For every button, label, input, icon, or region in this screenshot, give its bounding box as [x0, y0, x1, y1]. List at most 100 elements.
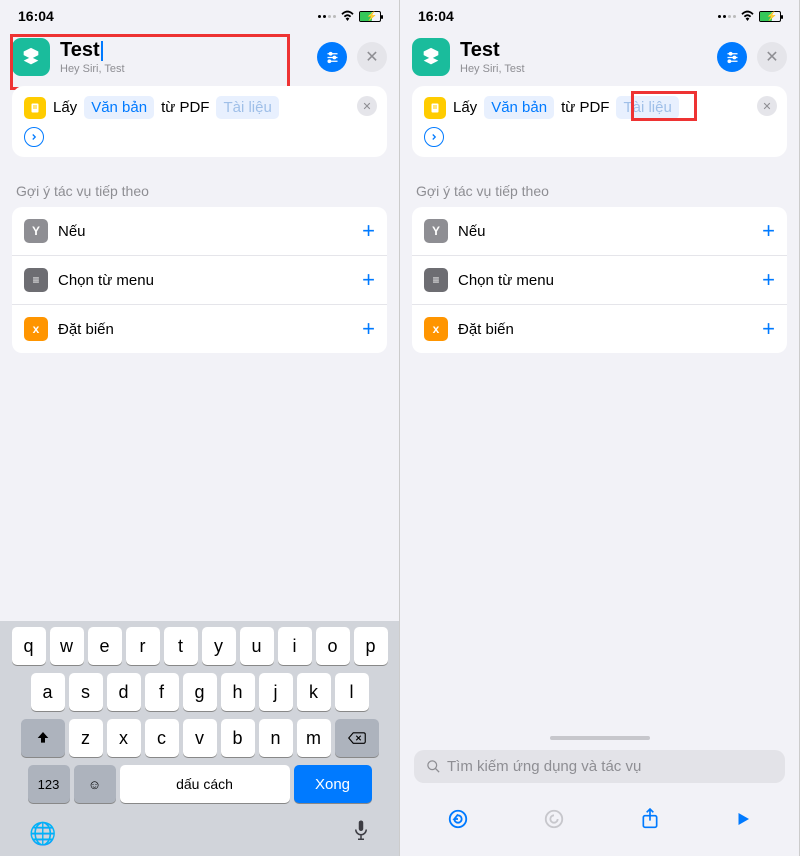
suggestion-label: Chọn từ menu — [458, 272, 752, 289]
mic-icon[interactable] — [352, 819, 370, 848]
key-z[interactable]: z — [69, 719, 103, 757]
done-key[interactable]: Xong — [294, 765, 372, 803]
wifi-icon — [340, 9, 355, 24]
key-u[interactable]: u — [240, 627, 274, 665]
key-a[interactable]: a — [31, 673, 65, 711]
shift-key[interactable] — [21, 719, 65, 757]
siri-subtitle: Hey Siri, Test — [460, 63, 707, 75]
status-time: 16:04 — [18, 8, 54, 24]
token-document[interactable]: Tài liệu — [216, 96, 278, 119]
suggestion-item-menu[interactable]: ≡ Chọn từ menu + — [412, 256, 787, 305]
suggestion-item-variable[interactable]: x Đặt biến + — [12, 305, 387, 353]
variable-icon: x — [424, 317, 448, 341]
space-key[interactable]: dấu cách — [120, 765, 290, 803]
status-icons: ⚡ — [318, 9, 381, 24]
branch-icon: Y — [424, 219, 448, 243]
emoji-key[interactable]: ☺ — [74, 765, 116, 803]
close-icon: ✕ — [765, 47, 778, 67]
share-button[interactable] — [640, 807, 660, 836]
key-r[interactable]: r — [126, 627, 160, 665]
key-y[interactable]: y — [202, 627, 236, 665]
menu-icon: ≡ — [424, 268, 448, 292]
key-c[interactable]: c — [145, 719, 179, 757]
left-screenshot: 16:04 ⚡ Test Hey Siri, Test ✕ — [0, 0, 400, 856]
key-o[interactable]: o — [316, 627, 350, 665]
add-icon[interactable]: + — [362, 316, 375, 342]
action-prefix: Lấy — [53, 99, 77, 116]
numbers-key[interactable]: 123 — [28, 765, 70, 803]
token-text-type[interactable]: Văn bản — [484, 96, 554, 119]
key-m[interactable]: m — [297, 719, 331, 757]
add-icon[interactable]: + — [762, 267, 775, 293]
shortcut-title: Test — [460, 39, 500, 62]
action-card[interactable]: Lấy Văn bản từ PDF Tài liệu ✕ — [412, 86, 787, 157]
key-f[interactable]: f — [145, 673, 179, 711]
expand-chevron-icon[interactable] — [24, 127, 44, 147]
document-icon — [24, 97, 46, 119]
keyboard-row-4: 123 ☺ dấu cách Xong — [3, 765, 396, 803]
suggestion-item-menu[interactable]: ≡ Chọn từ menu + — [12, 256, 387, 305]
annotation-highlight — [631, 91, 697, 121]
suggestion-item-variable[interactable]: x Đặt biến + — [412, 305, 787, 353]
key-l[interactable]: l — [335, 673, 369, 711]
shortcut-header: Test Hey Siri, Test ✕ — [400, 32, 799, 86]
action-card[interactable]: Lấy Văn bản từ PDF Tài liệu ✕ — [12, 86, 387, 157]
keyboard-row-1: qwertyuiop — [3, 627, 396, 665]
document-icon — [424, 97, 446, 119]
annotation-highlight — [10, 34, 290, 90]
key-h[interactable]: h — [221, 673, 255, 711]
key-g[interactable]: g — [183, 673, 217, 711]
action-prefix: Lấy — [453, 99, 477, 116]
key-d[interactable]: d — [107, 673, 141, 711]
key-n[interactable]: n — [259, 719, 293, 757]
search-input[interactable]: Tìm kiếm ứng dụng và tác vụ — [414, 750, 785, 783]
status-time: 16:04 — [418, 8, 454, 24]
suggestion-item-if[interactable]: Y Nếu + — [412, 207, 787, 256]
add-icon[interactable]: + — [762, 316, 775, 342]
settings-button[interactable] — [717, 42, 747, 72]
clear-action-button[interactable]: ✕ — [757, 96, 777, 116]
title-block[interactable]: Test Hey Siri, Test — [460, 39, 707, 75]
suggestion-item-if[interactable]: Y Nếu + — [12, 207, 387, 256]
shortcut-app-icon[interactable] — [412, 38, 450, 76]
bottom-sheet: Tìm kiếm ứng dụng và tác vụ — [400, 730, 799, 856]
branch-icon: Y — [24, 219, 48, 243]
backspace-key[interactable] — [335, 719, 379, 757]
key-v[interactable]: v — [183, 719, 217, 757]
action-mid: từ PDF — [561, 99, 609, 116]
search-placeholder: Tìm kiếm ứng dụng và tác vụ — [447, 758, 641, 775]
add-icon[interactable]: + — [762, 218, 775, 244]
key-x[interactable]: x — [107, 719, 141, 757]
variable-icon: x — [24, 317, 48, 341]
token-text-type[interactable]: Văn bản — [84, 96, 154, 119]
key-p[interactable]: p — [354, 627, 388, 665]
suggestion-label: Chọn từ menu — [58, 272, 352, 289]
globe-icon[interactable]: 🌐 — [29, 821, 56, 847]
close-button[interactable]: ✕ — [357, 42, 387, 72]
suggestions-label: Gợi ý tác vụ tiếp theo — [16, 183, 383, 199]
suggestions-list: Y Nếu + ≡ Chọn từ menu + x Đặt biến + — [12, 207, 387, 353]
key-j[interactable]: j — [259, 673, 293, 711]
undo-button[interactable] — [447, 808, 469, 835]
key-q[interactable]: q — [12, 627, 46, 665]
drag-handle[interactable] — [550, 736, 650, 740]
redo-button[interactable] — [543, 808, 565, 835]
play-button[interactable] — [734, 809, 752, 834]
keyboard[interactable]: qwertyuiop asdfghjkl zxcvbnm 123 ☺ dấu c… — [0, 621, 399, 856]
key-k[interactable]: k — [297, 673, 331, 711]
close-button[interactable]: ✕ — [757, 42, 787, 72]
add-icon[interactable]: + — [362, 267, 375, 293]
suggestion-label: Đặt biến — [458, 321, 752, 338]
suggestion-label: Đặt biến — [58, 321, 352, 338]
key-s[interactable]: s — [69, 673, 103, 711]
key-i[interactable]: i — [278, 627, 312, 665]
key-w[interactable]: w — [50, 627, 84, 665]
key-e[interactable]: e — [88, 627, 122, 665]
add-icon[interactable]: + — [362, 218, 375, 244]
settings-button[interactable] — [317, 42, 347, 72]
right-screenshot: 16:04 ⚡ Test Hey Siri, Test ✕ — [400, 0, 800, 856]
key-t[interactable]: t — [164, 627, 198, 665]
expand-chevron-icon[interactable] — [424, 127, 444, 147]
clear-action-button[interactable]: ✕ — [357, 96, 377, 116]
key-b[interactable]: b — [221, 719, 255, 757]
